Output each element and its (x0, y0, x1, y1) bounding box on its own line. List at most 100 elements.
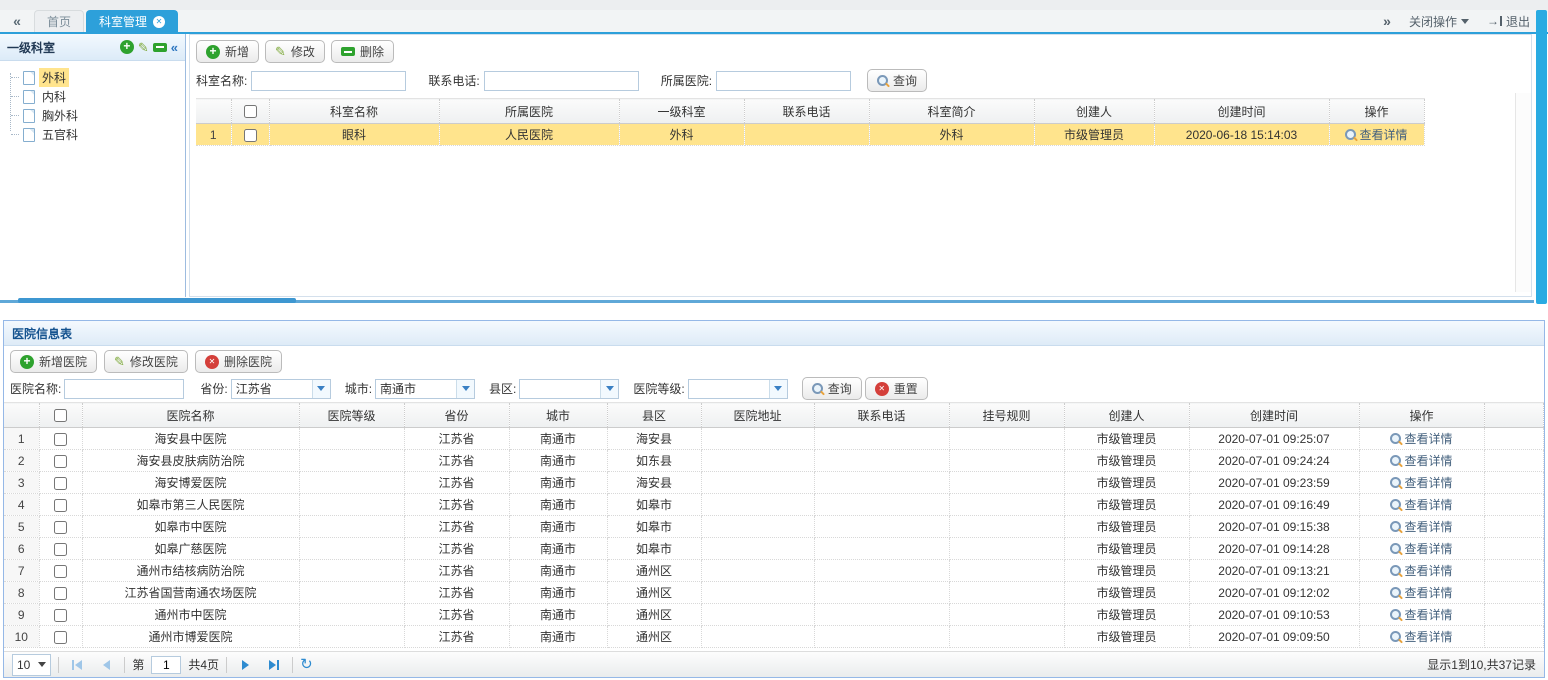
dept-grid-scroll-track[interactable] (1515, 93, 1531, 292)
cell-province: 江苏省 (404, 472, 509, 494)
tree-remove-icon[interactable] (153, 43, 167, 52)
next-page-button[interactable] (234, 655, 256, 675)
last-page-button[interactable] (263, 655, 285, 675)
edit-dept-button[interactable]: ✎ 修改 (265, 40, 325, 63)
view-detail-link[interactable]: 查看详情 (1390, 540, 1452, 557)
prev-page-button[interactable] (95, 655, 117, 675)
view-detail-link[interactable]: 查看详情 (1390, 628, 1452, 645)
cell-phone (814, 516, 949, 538)
collapse-sidebar-icon[interactable]: « (171, 40, 178, 55)
tree-item-ent[interactable]: 五官科 (6, 125, 181, 144)
view-detail-link[interactable]: 查看详情 (1390, 452, 1452, 469)
table-row[interactable]: 10 通州市博爱医院 江苏省 南通市 通州区 市级管理员 2020-07-01 … (4, 626, 1544, 648)
view-detail-link[interactable]: 查看详情 (1390, 496, 1452, 513)
first-page-button[interactable] (66, 655, 88, 675)
dept-tree: 外科 内科 胸外科 五官科 (0, 61, 185, 144)
province-label: 省份: (200, 380, 227, 397)
province-select[interactable]: 江苏省 (231, 379, 331, 399)
level-select[interactable] (688, 379, 788, 399)
cell-county: 通州区 (607, 560, 701, 582)
cell-intro: 外科 (869, 124, 1034, 146)
tab-close-icon[interactable]: ✕ (153, 16, 165, 28)
tree-item-internal[interactable]: 内科 (6, 87, 181, 106)
table-row[interactable]: 7 通州市结核病防治院 江苏省 南通市 通州区 市级管理员 2020-07-01… (4, 560, 1544, 582)
county-select[interactable] (519, 379, 619, 399)
select-all-checkbox[interactable] (244, 105, 257, 118)
row-checkbox[interactable] (54, 565, 67, 578)
tab-home[interactable]: 首页 (34, 10, 84, 32)
vertical-scrollbar[interactable] (1536, 10, 1547, 304)
cell-created-time: 2020-07-01 09:13:21 (1189, 560, 1359, 582)
delete-hospital-button[interactable]: ✕ 删除医院 (195, 350, 282, 373)
select-all-checkbox[interactable] (54, 409, 67, 422)
tree-edit-icon[interactable]: ✎ (138, 41, 149, 54)
select-all-header (39, 403, 82, 428)
row-checkbox-cell (231, 124, 269, 146)
magnifier-icon (1390, 477, 1401, 488)
add-dept-button[interactable]: + 新增 (196, 40, 259, 63)
row-checkbox[interactable] (54, 631, 67, 644)
cell-address (701, 626, 814, 648)
table-row[interactable]: 5 如皋市中医院 江苏省 南通市 如皋市 市级管理员 2020-07-01 09… (4, 516, 1544, 538)
page-number-input[interactable] (151, 656, 181, 674)
view-detail-link[interactable]: 查看详情 (1390, 474, 1452, 491)
scroll-tabs-left-icon[interactable]: « (0, 10, 34, 32)
row-checkbox[interactable] (244, 129, 257, 142)
tree-item-thoracic[interactable]: 胸外科 (6, 106, 181, 125)
dept-hospital-input[interactable] (716, 71, 851, 91)
table-row[interactable]: 3 海安博爱医院 江苏省 南通市 海安县 市级管理员 2020-07-01 09… (4, 472, 1544, 494)
table-row[interactable]: 4 如皋市第三人民医院 江苏省 南通市 如皋市 市级管理员 2020-07-01… (4, 494, 1544, 516)
table-row[interactable]: 2 海安县皮肤病防治院 江苏省 南通市 如东县 市级管理员 2020-07-01… (4, 450, 1544, 472)
table-row[interactable]: 1 海安县中医院 江苏省 南通市 海安县 市级管理员 2020-07-01 09… (4, 428, 1544, 450)
view-detail-link[interactable]: 查看详情 (1390, 562, 1452, 579)
scroll-tabs-right-icon[interactable]: » (1383, 13, 1391, 29)
document-icon (23, 109, 35, 123)
cell-actions: 查看详情 (1359, 516, 1484, 538)
row-checkbox[interactable] (54, 499, 67, 512)
plus-icon: + (20, 355, 34, 369)
table-row[interactable]: 6 如皋广慈医院 江苏省 南通市 如皋市 市级管理员 2020-07-01 09… (4, 538, 1544, 560)
row-checkbox[interactable] (54, 455, 67, 468)
city-select[interactable]: 南通市 (375, 379, 475, 399)
row-checkbox[interactable] (54, 587, 67, 600)
tab-dept-management[interactable]: 科室管理 ✕ (86, 10, 178, 32)
table-row[interactable]: 1 眼科 人民医院 外科 外科 市级管理员 2020-06-18 15:14:0… (196, 124, 1424, 146)
row-checkbox[interactable] (54, 543, 67, 556)
table-row[interactable]: 9 通州市中医院 江苏省 南通市 通州区 市级管理员 2020-07-01 09… (4, 604, 1544, 626)
table-row[interactable]: 8 江苏省国营南通农场医院 江苏省 南通市 通州区 市级管理员 2020-07-… (4, 582, 1544, 604)
dept-search-button[interactable]: 查询 (867, 69, 927, 92)
row-checkbox-cell (39, 626, 82, 648)
dept-name-input[interactable] (251, 71, 406, 91)
tree-add-icon[interactable]: + (120, 40, 134, 54)
dept-tree-tools: + ✎ « (120, 40, 178, 55)
hospital-reset-button[interactable]: ✕ 重置 (865, 377, 928, 400)
cell-creator: 市级管理员 (1064, 604, 1189, 626)
view-detail-link[interactable]: 查看详情 (1390, 518, 1452, 535)
cell-province: 江苏省 (404, 604, 509, 626)
cell-actions: 查看详情 (1359, 428, 1484, 450)
row-checkbox[interactable] (54, 477, 67, 490)
view-detail-link[interactable]: 查看详情 (1390, 606, 1452, 623)
edit-hospital-button[interactable]: ✎ 修改医院 (104, 350, 188, 373)
view-detail-link[interactable]: 查看详情 (1390, 430, 1452, 447)
column-header: 操作 (1359, 403, 1484, 428)
tree-item-surgery[interactable]: 外科 (6, 68, 181, 87)
refresh-icon[interactable]: ↻ (300, 657, 313, 672)
close-operations-button[interactable]: 关闭操作 (1409, 13, 1469, 30)
hospital-search-button[interactable]: 查询 (802, 377, 862, 400)
row-checkbox[interactable] (54, 609, 67, 622)
view-detail-link[interactable]: 查看详情 (1390, 584, 1452, 601)
logout-button[interactable]: → 退出 (1487, 13, 1530, 30)
dept-phone-input[interactable] (484, 71, 639, 91)
cell-province: 江苏省 (404, 538, 509, 560)
cell-actions: 查看详情 (1359, 538, 1484, 560)
horizontal-scrollbar[interactable] (18, 298, 296, 303)
delete-dept-button[interactable]: 删除 (331, 40, 394, 63)
page-size-select[interactable]: 10 (12, 654, 51, 676)
row-checkbox[interactable] (54, 433, 67, 446)
view-detail-link[interactable]: 查看详情 (1345, 126, 1407, 143)
cell-address (701, 516, 814, 538)
row-checkbox[interactable] (54, 521, 67, 534)
add-hospital-button[interactable]: + 新增医院 (10, 350, 97, 373)
hospital-name-input[interactable] (64, 379, 184, 399)
